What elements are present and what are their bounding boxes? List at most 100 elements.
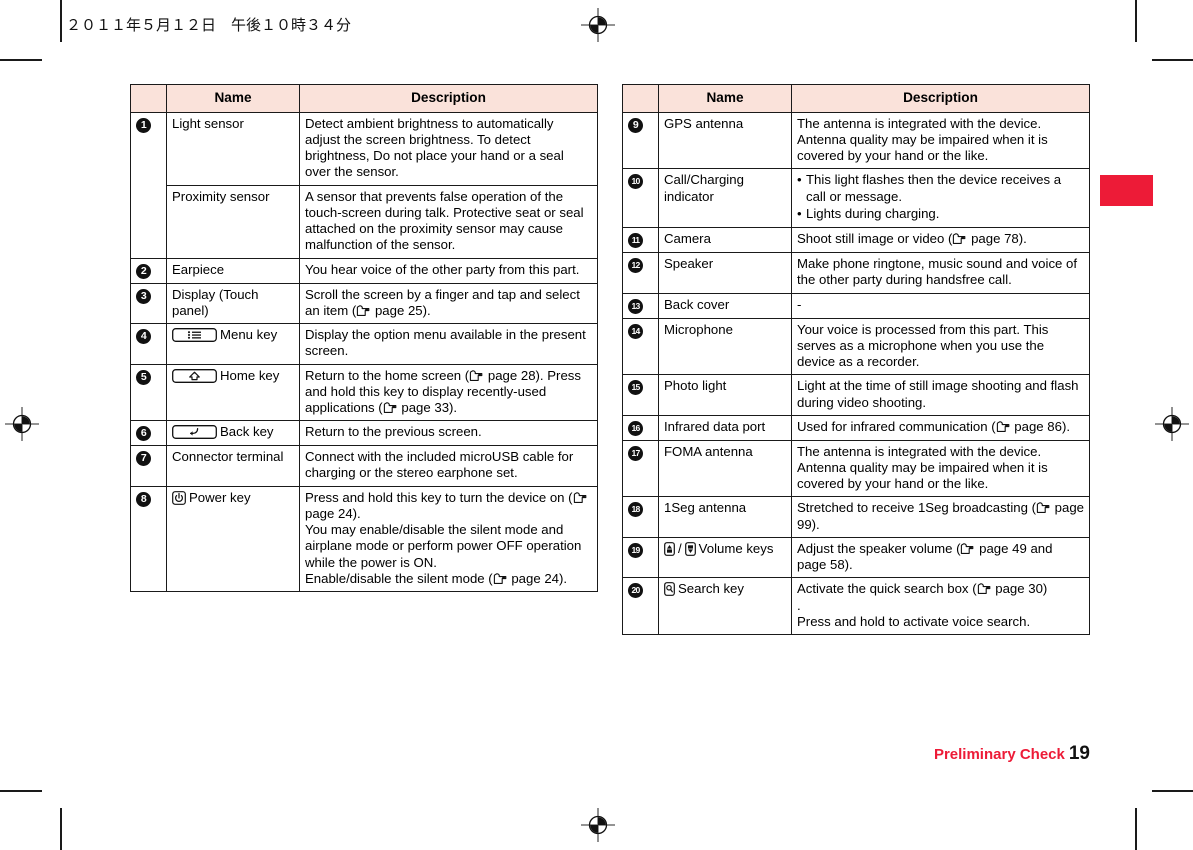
row-number-cell: 11	[622, 227, 659, 254]
row-description-cell: The antenna is integrated with the devic…	[791, 439, 1090, 498]
footer-page-number: 19	[1068, 743, 1090, 764]
table-row: 4 Menu key Display the option menu avail…	[130, 323, 598, 365]
row-number-cell: 14	[622, 317, 659, 376]
table-row: 15 Photo light Light at the time of stil…	[622, 374, 1090, 416]
list-item: This light flashes then the device recei…	[797, 172, 1084, 204]
circled-number-11-icon: 11	[628, 233, 643, 249]
table-header-row: Name Description	[622, 84, 1090, 113]
registration-mark-left	[5, 407, 39, 441]
row-number-cell: 16	[622, 414, 659, 441]
column-header-number	[130, 84, 167, 113]
row-number-cell: 18	[622, 496, 659, 538]
row-description-cell: Shoot still image or video ( page 78).	[791, 227, 1090, 254]
table-row: 6 Back key Return to the previous screen…	[130, 420, 598, 447]
footer-chapter-label: Preliminary Check	[933, 746, 1065, 763]
row-number-cell: 13	[622, 292, 659, 319]
registration-mark-top	[581, 8, 615, 42]
table-row: 20 Search key Activate the quick search …	[622, 577, 1090, 636]
column-header-name: Name	[658, 84, 792, 113]
row-number-cell: 4	[130, 323, 167, 365]
circled-number-7-icon: 7	[136, 451, 151, 467]
row-description-cell: Light at the time of still image shootin…	[791, 374, 1090, 416]
table-row: 18 1Seg antenna Stretched to receive 1Se…	[622, 496, 1090, 538]
table-row: 5 Home key Return to the home screen ( p…	[130, 363, 598, 422]
row-name-label: Search key	[678, 581, 744, 597]
desc-text-before-ref: Press and hold this key to turn the devi…	[305, 489, 573, 505]
back-key-icon	[172, 425, 217, 440]
row-number-cell: 6	[130, 420, 167, 447]
row-description-cell: -	[791, 292, 1090, 319]
row-name-cell: Home key	[166, 363, 300, 422]
row-name-cell: Call/Charging indicator	[658, 168, 792, 229]
pointing-hand-icon	[469, 369, 483, 382]
row-description-cell: Scroll the screen by a finger and tap an…	[299, 282, 598, 325]
pointing-hand-icon	[356, 304, 370, 317]
row-name-cell: Proximity sensor	[166, 184, 300, 259]
circled-number-15-icon: 15	[628, 380, 643, 396]
crop-mark-top-right-horizontal	[1152, 59, 1193, 61]
desc-text-after-ref: page 78).	[967, 231, 1027, 247]
row-name-cell: Back cover	[658, 292, 792, 319]
circled-number-10-icon: 10	[628, 174, 643, 190]
row-number-cell: 5	[130, 363, 167, 422]
table-header-row: Name Description	[130, 84, 598, 113]
row-description-cell: Stretched to receive 1Seg broadcasting (…	[791, 496, 1090, 538]
table-row: 7 Connector terminal Connect with the in…	[130, 445, 598, 487]
row-name-cell: Power key	[166, 485, 300, 593]
right-spec-table-wrapper: Name Description 9 GPS antenna The anten…	[622, 84, 1090, 636]
pointing-hand-icon	[383, 401, 397, 414]
chapter-thumb-tab	[1100, 175, 1153, 206]
row-name-cell: Infrared data port	[658, 414, 792, 441]
crop-mark-top-left-horizontal	[0, 59, 42, 61]
table-row: 12 Speaker Make phone ringtone, music so…	[622, 252, 1090, 294]
circled-number-2-icon: 2	[136, 263, 151, 279]
desc-text-after-ref: page 24).	[507, 570, 568, 586]
row-description-cell: You hear voice of the other party from t…	[299, 257, 598, 284]
row-description-cell: A sensor that prevents false operation o…	[299, 184, 598, 259]
row-description-cell: Return to the previous screen.	[299, 420, 598, 447]
crop-mark-bottom-right-horizontal	[1152, 790, 1193, 792]
row-name-cell: GPS antenna	[658, 111, 792, 170]
description-bullet-list: This light flashes then the device recei…	[797, 172, 1084, 222]
circled-number-9-icon: 9	[628, 117, 643, 133]
column-header-description: Description	[299, 84, 598, 113]
row-description-cell: Display the option menu available in the…	[299, 323, 598, 365]
row-number-cell: 1	[130, 111, 167, 259]
row-name-cell: Back key	[166, 420, 300, 447]
table-row: 16 Infrared data port Used for infrared …	[622, 414, 1090, 441]
table-row: 10 Call/Charging indicator This light fl…	[622, 168, 1090, 229]
row-description-cell: Adjust the speaker volume ( page 49 and …	[791, 536, 1090, 579]
row-name-cell: Speaker	[658, 252, 792, 294]
circled-number-4-icon: 4	[136, 329, 151, 345]
row-name-cell: Search key	[658, 577, 792, 636]
row-description-cell: Activate the quick search box ( page 30)…	[791, 577, 1090, 636]
row-name-cell: Microphone	[658, 317, 792, 376]
circled-number-13-icon: 13	[628, 298, 643, 314]
crop-mark-top-right-vertical	[1135, 0, 1137, 42]
circled-number-17-icon: 17	[628, 445, 643, 461]
column-header-description: Description	[791, 84, 1090, 113]
row-number-cell: 2	[130, 257, 167, 284]
circled-number-1-icon: 1	[136, 117, 151, 133]
right-spec-table: Name Description 9 GPS antenna The anten…	[622, 84, 1090, 636]
table-row: 2 Earpiece You hear voice of the other p…	[130, 257, 598, 284]
desc-text-before-ref: Activate the quick search box (	[797, 581, 977, 597]
row-name-cell: Display (Touch panel)	[166, 282, 300, 325]
row-name-label: Home key	[220, 367, 280, 383]
desc-text-after-ref: page 33).	[397, 400, 458, 415]
home-key-icon	[172, 368, 217, 383]
desc-text-after-ref: page 25).	[371, 302, 431, 318]
row-number-cell: 8	[130, 485, 167, 593]
row-number-cell: 12	[622, 252, 659, 294]
desc-text-before-ref: Adjust the speaker volume (	[797, 540, 961, 556]
table-row: 9 GPS antenna The antenna is integrated …	[622, 111, 1090, 170]
desc-text-before-ref: Scroll the screen by a finger and tap an…	[305, 286, 580, 318]
table-row: 17 FOMA antenna The antenna is integrate…	[622, 439, 1090, 498]
row-description-cell: Make phone ringtone, music sound and voi…	[791, 252, 1090, 294]
row-description-cell: This light flashes then the device recei…	[791, 168, 1090, 229]
power-key-icon	[172, 490, 186, 505]
row-number-cell: 3	[130, 282, 167, 325]
registration-mark-bottom	[581, 808, 615, 842]
left-spec-table-wrapper: Name Description 1 Light sensor Detect a…	[130, 84, 598, 593]
pointing-hand-icon	[952, 232, 966, 245]
